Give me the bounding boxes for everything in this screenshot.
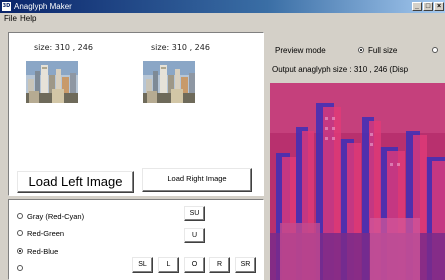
shift-r-button[interactable]: R <box>209 257 230 273</box>
right-image-size: size: 310 , 246 <box>151 43 210 52</box>
menu-file[interactable]: File <box>4 14 17 24</box>
close-button[interactable]: × <box>434 2 444 11</box>
shift-sl-button[interactable]: SL <box>132 257 153 273</box>
mode-red-green-label: Red-Green <box>27 229 65 238</box>
app-icon[interactable]: 3D <box>2 2 11 11</box>
source-images-panel: size: 310 , 246 size: 310 , 246 Load Lef… <box>8 32 264 196</box>
menu-help[interactable]: Help <box>20 14 36 24</box>
radio-red-blue[interactable] <box>17 248 23 255</box>
title-bar: 3D Anaglyph Maker _ □ × <box>0 0 445 13</box>
load-left-image-button[interactable]: Load Left Image <box>17 171 134 193</box>
anaglyph-preview-image <box>270 83 445 280</box>
menu-bar: File Help <box>0 13 445 25</box>
options-panel: Gray (Red-Cyan) Red-Green Red-Blue SU U … <box>8 199 264 280</box>
shift-sr-button[interactable]: SR <box>235 257 256 273</box>
preview-other-option[interactable] <box>432 46 442 56</box>
mode-gray-red-cyan-label: Gray (Red-Cyan) <box>27 212 85 221</box>
preview-mode-label: Preview mode <box>275 46 326 55</box>
window-title: Anaglyph Maker <box>14 2 72 11</box>
shift-su-button[interactable]: SU <box>184 206 205 221</box>
shift-l-button[interactable]: L <box>158 257 179 273</box>
radio-red-green[interactable] <box>17 230 23 237</box>
minimize-button[interactable]: _ <box>412 2 422 11</box>
shift-o-button[interactable]: O <box>184 257 205 273</box>
preview-full-size-option[interactable]: Full size <box>358 46 397 56</box>
load-right-image-button[interactable]: Load Right Image <box>142 168 252 192</box>
radio-gray-red-cyan[interactable] <box>17 213 23 220</box>
output-size-label: Output anaglyph size : 310 , 246 (Disp <box>272 65 409 74</box>
mode-red-green[interactable]: Red-Green <box>17 229 64 239</box>
radio-fourth[interactable] <box>17 265 23 272</box>
right-image-thumbnail <box>143 61 195 103</box>
mode-gray-red-cyan[interactable]: Gray (Red-Cyan) <box>17 212 84 222</box>
full-size-label: Full size <box>368 46 398 55</box>
maximize-button[interactable]: □ <box>423 2 433 11</box>
radio-preview-other[interactable] <box>432 46 438 53</box>
shift-u-button[interactable]: U <box>184 228 205 243</box>
mode-red-blue-label: Red-Blue <box>27 247 59 256</box>
radio-full-size[interactable] <box>358 46 364 53</box>
left-image-size: size: 310 , 246 <box>34 43 93 52</box>
left-image-thumbnail <box>26 61 78 103</box>
mode-red-blue[interactable]: Red-Blue <box>17 247 58 257</box>
mode-fourth[interactable] <box>17 264 27 274</box>
